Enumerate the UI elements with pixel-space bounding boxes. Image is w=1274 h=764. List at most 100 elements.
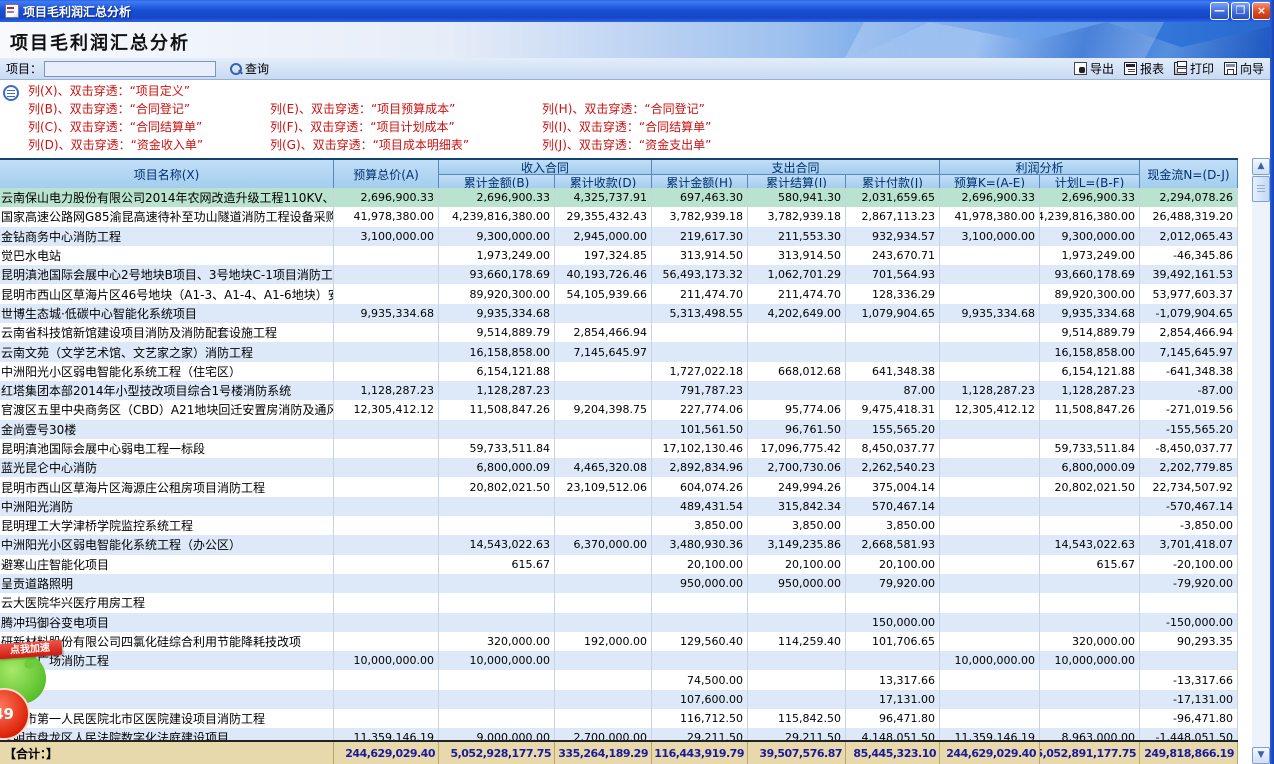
value-cell[interactable]: 9,300,000.00 <box>1040 227 1140 246</box>
value-cell[interactable]: 3,701,418.07 <box>1140 535 1238 554</box>
value-cell[interactable] <box>439 670 555 689</box>
value-cell[interactable]: 39,492,161.53 <box>1140 265 1238 284</box>
value-cell[interactable]: 41,978,380.00 <box>940 207 1040 226</box>
value-cell[interactable]: 22,734,507.92 <box>1140 477 1238 496</box>
value-cell[interactable]: 23,109,512.06 <box>555 477 652 496</box>
table-row[interactable]: 沧恒基广场消防工程10,000,000.0010,000,000.0010,00… <box>0 651 1238 670</box>
value-cell[interactable]: 114,259.40 <box>748 632 846 651</box>
table-row[interactable]: 昆明市盘龙区人民法院数字化法庭建设项目11,359,146.199,000,00… <box>0 728 1238 740</box>
value-cell[interactable]: 87.00 <box>846 381 940 400</box>
value-cell[interactable]: 315,842.34 <box>748 497 846 516</box>
table-row[interactable]: 研新材料股份有限公司四氯化硅综合利用节能降耗技改项320,000.00192,0… <box>0 632 1238 651</box>
value-cell[interactable]: -641,348.38 <box>1140 362 1238 381</box>
ad-ribbon[interactable]: 点我加速 <box>0 640 62 659</box>
project-search-input[interactable] <box>44 61 216 77</box>
value-cell[interactable]: -46,345.86 <box>1140 246 1238 265</box>
value-cell[interactable]: 14,543,022.63 <box>439 535 555 554</box>
value-cell[interactable]: 580,941.30 <box>748 188 846 207</box>
value-cell[interactable] <box>555 593 652 612</box>
value-cell[interactable] <box>846 323 940 342</box>
value-cell[interactable]: 932,934.57 <box>846 227 940 246</box>
value-cell[interactable] <box>940 458 1040 477</box>
value-cell[interactable] <box>846 342 940 361</box>
value-cell[interactable]: 2,700,000.00 <box>555 728 652 740</box>
value-cell[interactable]: 615.67 <box>439 555 555 574</box>
value-cell[interactable] <box>1040 497 1140 516</box>
value-cell[interactable] <box>652 651 748 670</box>
value-cell[interactable] <box>334 477 439 496</box>
value-cell[interactable]: 155,565.20 <box>846 420 940 439</box>
value-cell[interactable] <box>334 613 439 632</box>
value-cell[interactable]: 4,239,816,380.00 <box>1040 207 1140 226</box>
value-cell[interactable]: 4,202,649.00 <box>748 304 846 323</box>
print-button[interactable]: 打印 <box>1174 60 1214 77</box>
value-cell[interactable]: 3,850.00 <box>748 516 846 535</box>
value-cell[interactable]: 375,004.14 <box>846 477 940 496</box>
restore-button[interactable]: ❒ <box>1231 2 1250 20</box>
project-name-cell[interactable]: 金钻商务中心消防工程 <box>0 227 334 246</box>
table-row[interactable]: 云南保山电力股份有限公司2014年农网改造升级工程110KV、35K2,696,… <box>0 188 1238 207</box>
value-cell[interactable]: 313,914.50 <box>748 246 846 265</box>
project-name-cell[interactable]: 云南文苑（文学艺术馆、文艺家之家）消防工程 <box>0 342 334 361</box>
accelerator-ad-overlay[interactable]: 点我加速 49 <box>0 630 70 750</box>
value-cell[interactable]: 2,854,466.94 <box>555 323 652 342</box>
value-cell[interactable] <box>748 342 846 361</box>
value-cell[interactable] <box>555 613 652 632</box>
value-cell[interactable] <box>940 555 1040 574</box>
value-cell[interactable]: 211,553.30 <box>748 227 846 246</box>
value-cell[interactable] <box>1140 651 1238 670</box>
value-cell[interactable]: -87.00 <box>1140 381 1238 400</box>
value-cell[interactable]: 12,305,412.12 <box>334 400 439 419</box>
value-cell[interactable]: 6,800,000.09 <box>1040 458 1140 477</box>
value-cell[interactable] <box>652 323 748 342</box>
value-cell[interactable]: 59,733,511.84 <box>1040 439 1140 458</box>
value-cell[interactable]: 2,262,540.23 <box>846 458 940 477</box>
value-cell[interactable]: 26,488,319.20 <box>1140 207 1238 226</box>
project-name-cell[interactable]: 世博生态城·低碳中心智能化系统项目 <box>0 304 334 323</box>
value-cell[interactable] <box>334 709 439 728</box>
table-row[interactable]: 昆明市西山区草海片区46号地块（A1-3、A1-4、A1-6地块）安置89,92… <box>0 284 1238 303</box>
value-cell[interactable]: 3,480,930.36 <box>652 535 748 554</box>
value-cell[interactable] <box>334 265 439 284</box>
value-cell[interactable]: 29,355,432.43 <box>555 207 652 226</box>
value-cell[interactable] <box>555 304 652 323</box>
table-row[interactable]: 昆明市第一人民医院北市区医院建设项目消防工程116,712.50115,842.… <box>0 709 1238 728</box>
value-cell[interactable]: 11,359,146.19 <box>940 728 1040 740</box>
project-name-cell[interactable]: 昆明理工大学津桥学院监控系统工程 <box>0 516 334 535</box>
value-cell[interactable] <box>940 497 1040 516</box>
value-cell[interactable]: 8,963,000.00 <box>1040 728 1140 740</box>
value-cell[interactable]: 7,145,645.97 <box>1140 342 1238 361</box>
project-name-cell[interactable]: 觉巴水电站 <box>0 246 334 265</box>
value-cell[interactable]: 20,802,021.50 <box>439 477 555 496</box>
value-cell[interactable] <box>1040 690 1140 709</box>
value-cell[interactable] <box>334 246 439 265</box>
value-cell[interactable] <box>940 477 1040 496</box>
value-cell[interactable]: 1,079,904.65 <box>846 304 940 323</box>
value-cell[interactable]: 10,000,000.00 <box>334 651 439 670</box>
project-name-cell[interactable]: 官渡区五里中央商务区（CBD）A21地块回迁安置房消防及通风工 <box>0 400 334 419</box>
wizard-button[interactable]: 向导 <box>1224 60 1264 77</box>
value-cell[interactable]: 2,696,900.33 <box>439 188 555 207</box>
value-cell[interactable]: 2,945,000.00 <box>555 227 652 246</box>
value-cell[interactable]: 3,782,939.18 <box>748 207 846 226</box>
project-name-cell[interactable]: 云大医院华兴医疗用房工程 <box>0 593 334 612</box>
value-cell[interactable]: -1,448,051.50 <box>1140 728 1238 740</box>
value-cell[interactable] <box>1040 420 1140 439</box>
table-row[interactable]: 腾冲玛御谷变电项目150,000.00-150,000.00 <box>0 613 1238 632</box>
value-cell[interactable]: 2,867,113.23 <box>846 207 940 226</box>
value-cell[interactable]: 2,696,900.33 <box>1040 188 1140 207</box>
value-cell[interactable]: 74,500.00 <box>652 670 748 689</box>
value-cell[interactable]: 17,096,775.42 <box>748 439 846 458</box>
value-cell[interactable]: 29,211.50 <box>748 728 846 740</box>
value-cell[interactable]: 313,914.50 <box>652 246 748 265</box>
value-cell[interactable] <box>555 362 652 381</box>
value-cell[interactable]: 12,305,412.12 <box>940 400 1040 419</box>
value-cell[interactable]: -271,019.56 <box>1140 400 1238 419</box>
value-cell[interactable] <box>652 613 748 632</box>
table-row[interactable]: 昆明滇池国际会展中心2号地块B项目、3号地块C-1项目消防工程93,660,17… <box>0 265 1238 284</box>
value-cell[interactable]: -20,100.00 <box>1140 555 1238 574</box>
value-cell[interactable]: 3,149,235.86 <box>748 535 846 554</box>
report-button[interactable]: 报表 <box>1124 60 1164 77</box>
value-cell[interactable] <box>748 381 846 400</box>
value-cell[interactable] <box>334 439 439 458</box>
